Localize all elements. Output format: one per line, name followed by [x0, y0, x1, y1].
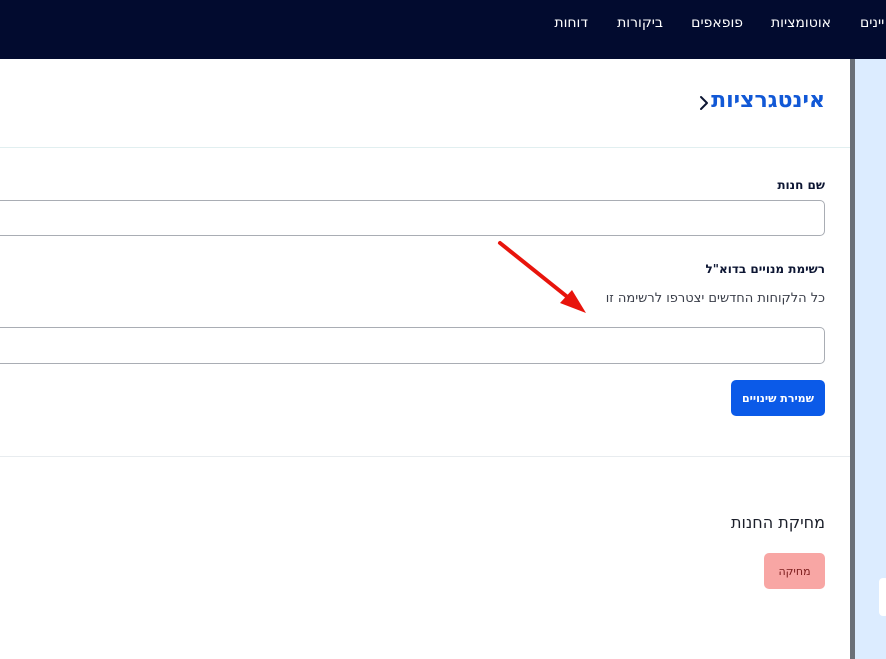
nav-item-popups[interactable]: פופאפים: [691, 13, 743, 33]
subscribers-list-label: רשימת מנויים בדוא"ל: [705, 262, 826, 276]
right-pane: [855, 59, 886, 659]
section-divider: [0, 456, 850, 457]
page-title: אינטגרציות: [711, 88, 825, 113]
right-pane-card: [879, 578, 886, 616]
nav-item-reports[interactable]: דוחות: [554, 13, 588, 33]
save-changes-button[interactable]: שמירת שינויים: [731, 380, 825, 416]
nav-item-partial[interactable]: יינים: [860, 13, 884, 33]
top-navbar: דוחות ביקורות פופאפים אוטומציות יינים: [0, 0, 886, 59]
delete-store-title: מחיקת החנות: [730, 513, 825, 532]
nav-item-automations[interactable]: אוטומציות: [771, 13, 831, 33]
nav-item-reviews[interactable]: ביקורות: [617, 13, 663, 33]
annotation-arrow-icon: [498, 241, 586, 313]
store-name-label: שם חנות: [777, 178, 825, 192]
delete-store-button[interactable]: מחיקה: [764, 553, 825, 589]
subscribers-help-text: כל הלקוחות החדשים יצטרפו לרשימה זו: [605, 291, 825, 306]
header-divider: [0, 147, 850, 148]
store-name-input[interactable]: [0, 200, 825, 236]
chevron-right-icon[interactable]: [698, 95, 710, 111]
subscribers-list-input[interactable]: [0, 327, 825, 364]
